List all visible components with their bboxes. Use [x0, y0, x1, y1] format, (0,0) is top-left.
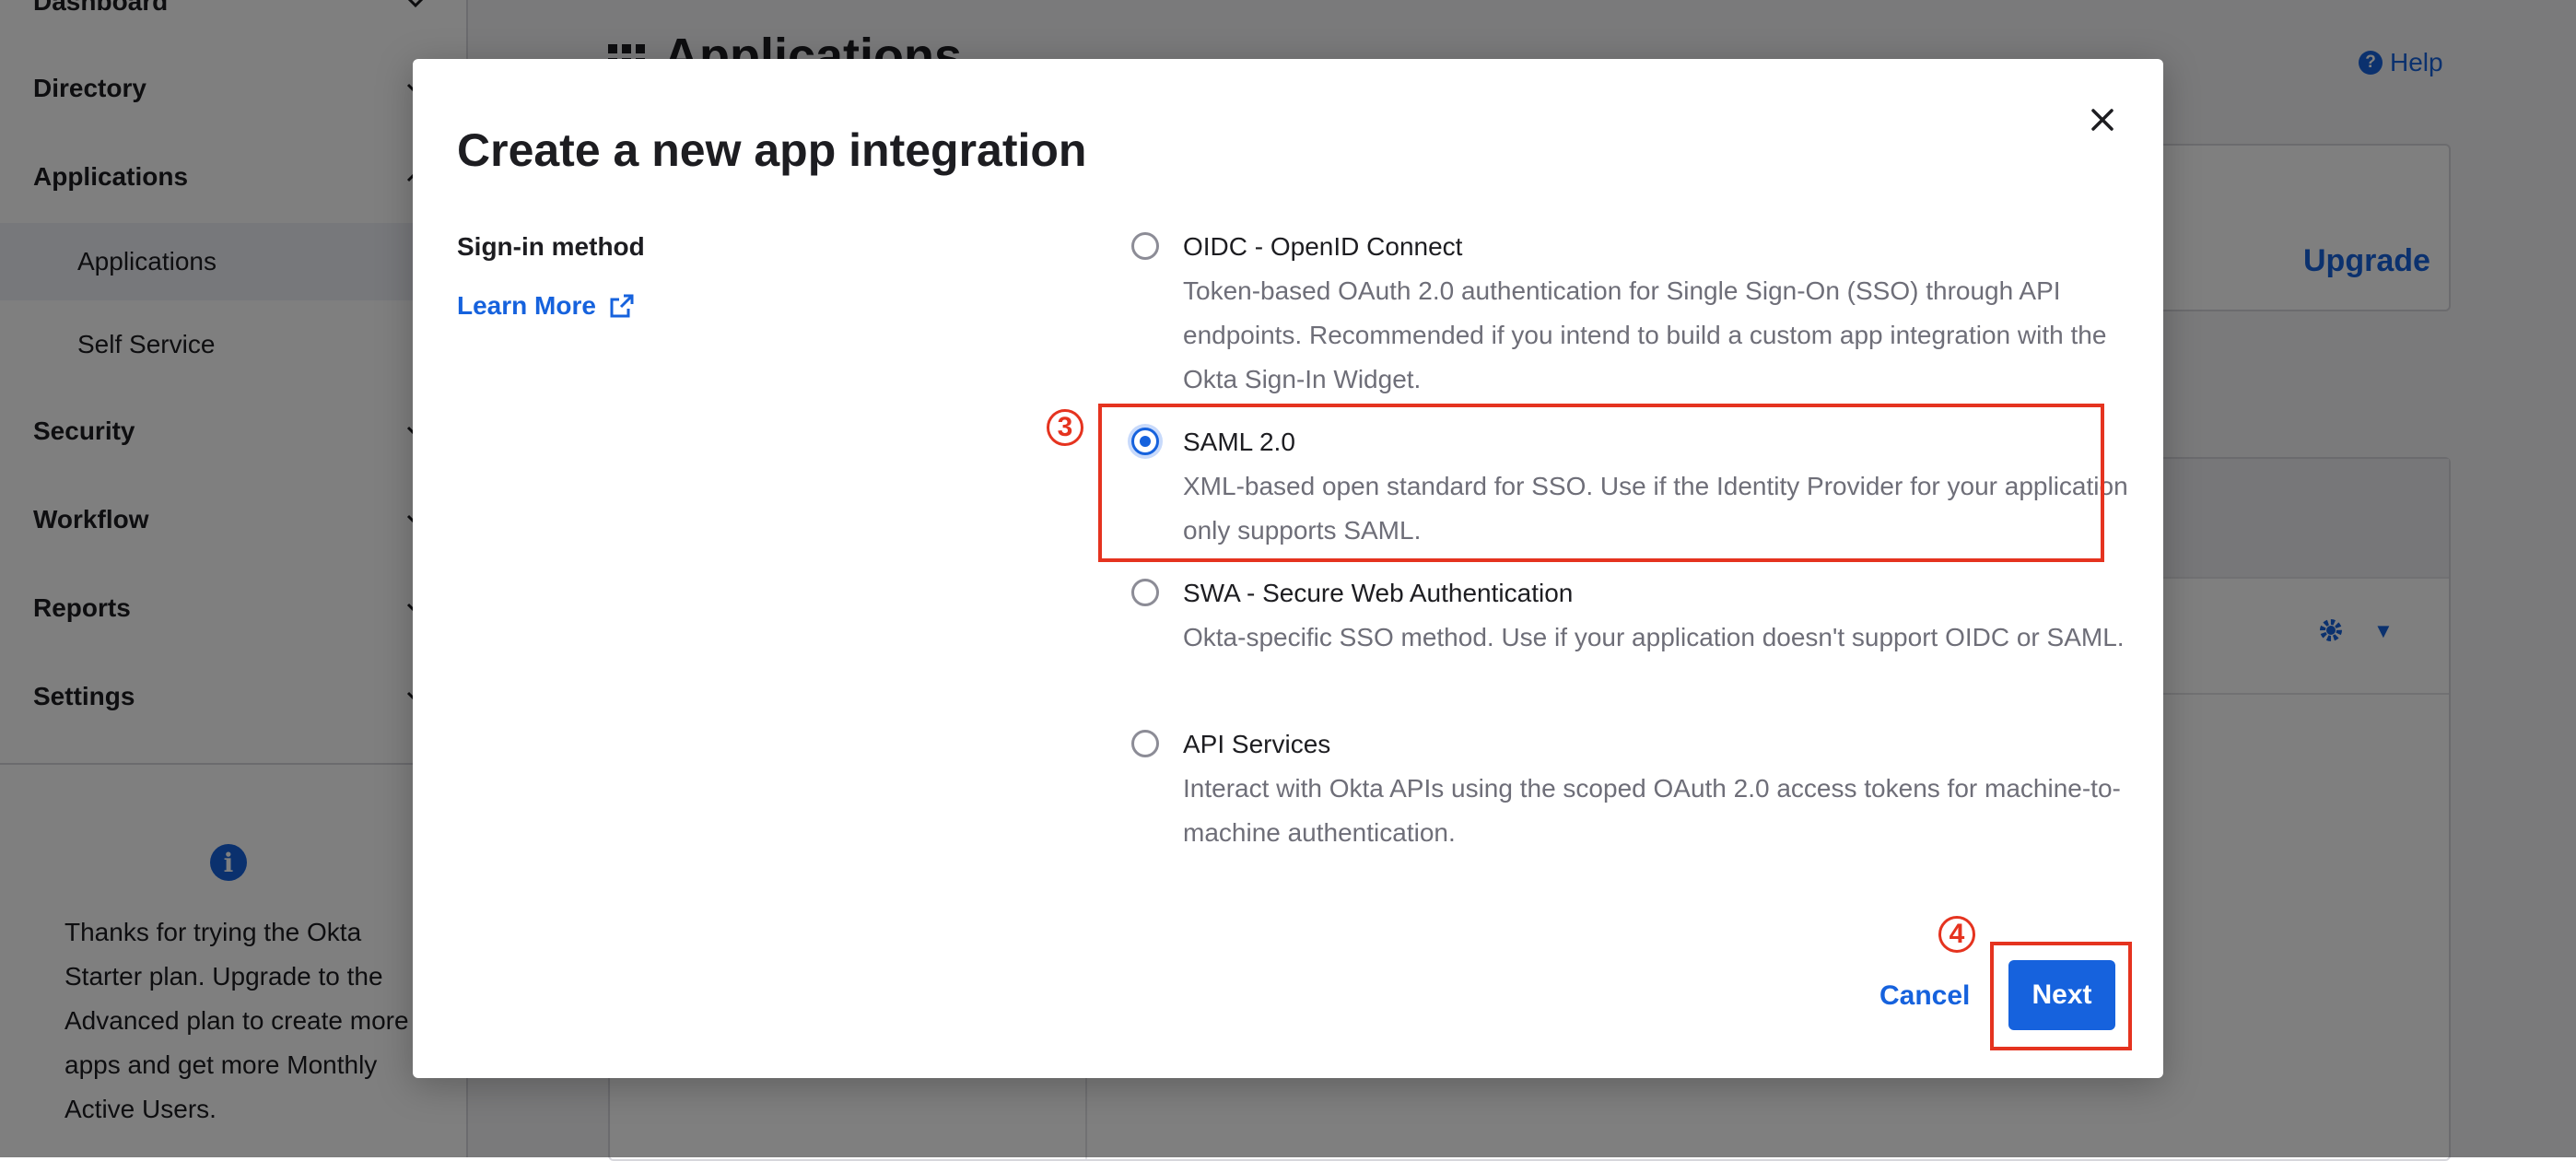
radio-api-services[interactable] [1131, 730, 1159, 757]
sign-in-method-label: Sign-in method [457, 232, 645, 261]
learn-more-link[interactable]: Learn More [457, 291, 635, 321]
option-description: Okta-specific SSO method. Use if your ap… [1183, 623, 2125, 651]
cancel-button[interactable]: Cancel [1879, 980, 1970, 1012]
option-description: Interact with Okta APIs using the scoped… [1183, 774, 2121, 847]
radio-swa[interactable] [1131, 579, 1159, 606]
option-title: OIDC - OpenID Connect [1183, 232, 1463, 261]
step-3-marker: 3 [1047, 409, 1083, 446]
option-title: API Services [1183, 730, 1331, 758]
close-button[interactable] [2078, 96, 2126, 144]
radio-oidc[interactable] [1131, 232, 1159, 260]
close-icon [2091, 109, 2113, 131]
option-description: Token-based OAuth 2.0 authentication for… [1183, 276, 2107, 393]
saml-highlight-box [1098, 404, 2104, 562]
learn-more-label: Learn More [457, 291, 596, 320]
dialog-title: Create a new app integration [457, 124, 1087, 176]
step-4-marker: 4 [1938, 916, 1975, 953]
external-link-icon [610, 294, 634, 318]
option-title: SWA - Secure Web Authentication [1183, 579, 1574, 607]
create-app-integration-dialog: Create a new app integration Sign-in met… [413, 59, 2163, 1078]
next-button[interactable]: Next [2008, 960, 2115, 1030]
